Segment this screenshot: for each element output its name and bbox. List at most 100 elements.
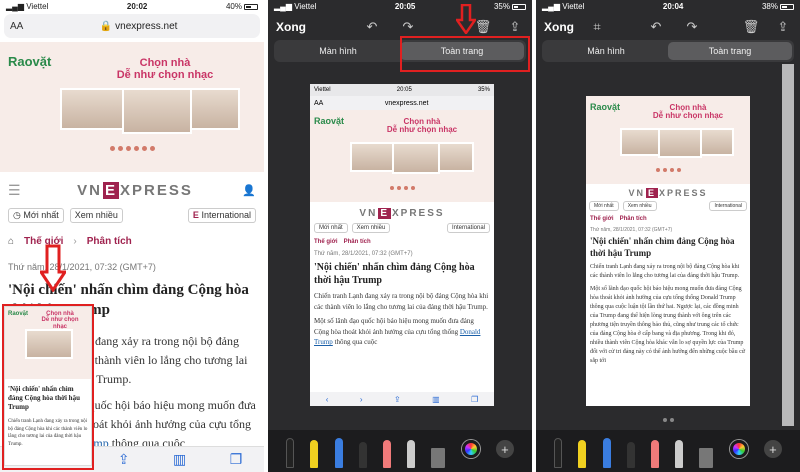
tab-screen[interactable]: Màn hình xyxy=(276,42,400,60)
battery-icon xyxy=(243,3,258,10)
clock-icon: ◷ xyxy=(13,210,21,220)
highlighter-tool[interactable] xyxy=(310,440,319,468)
latest-news-button[interactable]: Mới nhất xyxy=(589,201,619,211)
advertisement-banner[interactable]: Raovặt Chọn nhà Dễ như chọn nhạc xyxy=(0,42,264,172)
tab-screen[interactable]: Màn hình xyxy=(544,42,668,60)
most-viewed-button[interactable]: Xem nhiều xyxy=(351,223,391,233)
page-preview[interactable]: Viettel 20:05 35% AA vnexpress.net Raovặt C… xyxy=(310,84,494,406)
home-icon[interactable]: ⌂ xyxy=(8,236,14,247)
redo-icon[interactable]: ↷ xyxy=(683,18,701,36)
user-icon[interactable]: 👤 xyxy=(242,184,256,197)
pencil-tool[interactable] xyxy=(602,438,611,468)
ad-room-image xyxy=(700,128,734,156)
eraser-tool[interactable] xyxy=(382,440,391,468)
highlight-box xyxy=(2,304,94,470)
redo-icon[interactable]: ↷ xyxy=(399,18,417,36)
carrier-label: Viettel xyxy=(26,2,49,11)
highlight-box xyxy=(400,36,530,72)
advertisement-banner[interactable]: Raovặt Chọn nhà Dễ như chọn nhạc xyxy=(310,110,494,202)
safari-screenshot-panel: ▂▄▆ Viettel 20:02 40% AA 🔒 vnexpress.net… xyxy=(0,0,264,472)
ad-room-image xyxy=(392,142,440,174)
down-arrow-icon xyxy=(40,244,66,292)
ad-room-image xyxy=(658,128,702,158)
pen-tool[interactable] xyxy=(554,438,563,468)
ad-room-image xyxy=(122,88,192,134)
tabs-icon[interactable]: ❐ xyxy=(230,451,243,468)
ad-room-image xyxy=(60,88,124,130)
share-icon[interactable]: ⇪ xyxy=(394,395,401,404)
bookmarks-icon[interactable]: ▥ xyxy=(173,451,186,468)
status-bar: ▂▄▆ Viettel 20:02 40% xyxy=(0,0,264,13)
ad-room-image xyxy=(190,88,240,130)
down-arrow-icon xyxy=(456,4,476,34)
clock: 20:02 xyxy=(126,2,148,11)
international-button[interactable]: E International xyxy=(187,208,256,223)
share-icon[interactable]: ⇪ xyxy=(118,451,130,468)
color-picker-icon[interactable] xyxy=(461,440,480,458)
international-button[interactable]: International xyxy=(709,201,747,211)
highlighter-tool[interactable] xyxy=(578,440,587,468)
breadcrumb-subcategory[interactable]: Phân tích xyxy=(87,236,132,247)
color-picker-icon[interactable] xyxy=(729,440,748,458)
ad-room-image xyxy=(438,142,474,172)
tab-full-page[interactable]: Toàn trang xyxy=(668,42,792,60)
status-bar: ▂▄▆ Viettel 20:05 35% xyxy=(268,0,532,13)
signal-icon: ▂▄▆ xyxy=(6,2,24,11)
article-paragraph-2: Một số lãnh đạo quốc hội báo hiệu mong m… xyxy=(590,286,745,365)
share-icon[interactable]: ⇪ xyxy=(774,18,792,36)
marker-tool[interactable] xyxy=(626,442,635,468)
international-button[interactable]: International xyxy=(446,223,490,233)
full-page-preview[interactable]: Raovặt Chọn nhà Dễ như chọn nhạc VN E XPRES… xyxy=(586,96,750,406)
capture-mode-selector: Màn hình Toàn trang xyxy=(542,40,794,62)
back-button[interactable]: ‹ xyxy=(326,395,329,404)
raovat-logo: Raovặt xyxy=(8,54,52,69)
lasso-tool[interactable] xyxy=(675,440,684,468)
url-text[interactable]: 🔒 vnexpress.net xyxy=(23,21,254,32)
menu-icon[interactable]: ☰ xyxy=(8,182,21,199)
forward-button[interactable]: › xyxy=(360,395,363,404)
lasso-tool[interactable] xyxy=(407,440,416,468)
ad-room-image xyxy=(620,128,660,156)
ad-headline-2: Dễ như chọn nhạc xyxy=(116,68,214,81)
done-button[interactable]: Xong xyxy=(544,20,574,34)
ruler-tool[interactable] xyxy=(431,448,446,468)
latest-news-button[interactable]: ◷ Mới nhất xyxy=(8,208,64,223)
trash-icon[interactable]: 🗑 xyxy=(474,18,492,36)
ad-headline-1: Chọn nhà xyxy=(139,57,191,69)
battery-percent: 40% xyxy=(225,2,242,11)
advertisement-banner[interactable]: Raovặt Chọn nhà Dễ như chọn nhạc xyxy=(586,96,750,184)
share-icon[interactable]: ⇪ xyxy=(506,18,524,36)
address-bar[interactable]: AA 🔒 vnexpress.net xyxy=(4,14,260,38)
signal-icon: ▂▄▆ xyxy=(542,2,560,11)
reader-options-button[interactable]: AA xyxy=(10,21,23,32)
markup-editor-panel-full: ▂▄▆ Viettel 20:04 38% Xong ⌗ ↶ ↷ 🗑 ⇪ Màn… xyxy=(536,0,800,472)
undo-icon[interactable]: ↶ xyxy=(647,18,665,36)
trash-icon[interactable]: 🗑 xyxy=(742,18,760,36)
page-indicator xyxy=(536,418,800,422)
bookmarks-icon[interactable]: ▥ xyxy=(432,395,440,404)
article-date: Thứ năm, 28/1/2021, 07:32 (GMT+7) xyxy=(8,262,156,272)
undo-icon[interactable]: ↶ xyxy=(363,18,381,36)
markup-editor-panel: ▂▄▆ Viettel 20:05 35% Xong ↶ ↷ 🗑 ⇪ Màn h… xyxy=(268,0,532,472)
editor-toolbar: Xong ⌗ ↶ ↷ 🗑 ⇪ xyxy=(536,14,800,40)
pen-tool[interactable] xyxy=(286,438,295,468)
pencil-tool[interactable] xyxy=(334,438,343,468)
done-button[interactable]: Xong xyxy=(276,20,306,34)
markup-tools: + xyxy=(268,430,532,472)
page-scroll-strip[interactable] xyxy=(782,64,794,426)
status-bar: ▂▄▆ Viettel 20:04 38% xyxy=(536,0,800,13)
add-tool-button[interactable]: + xyxy=(763,440,782,458)
marker-tool[interactable] xyxy=(358,442,367,468)
most-viewed-button[interactable]: Xem nhiều xyxy=(622,201,657,211)
battery-icon xyxy=(511,3,526,10)
ruler-tool[interactable] xyxy=(699,448,714,468)
crop-icon[interactable]: ⌗ xyxy=(588,18,606,36)
eraser-tool[interactable] xyxy=(650,440,659,468)
latest-news-button[interactable]: Mới nhất xyxy=(314,223,348,233)
battery-icon xyxy=(779,3,794,10)
add-tool-button[interactable]: + xyxy=(495,440,514,458)
tabs-icon[interactable]: ❐ xyxy=(471,395,478,404)
vnexpress-logo[interactable]: VN E XPRESS xyxy=(60,182,210,199)
markup-tools: + xyxy=(536,430,800,472)
most-viewed-button[interactable]: Xem nhiều xyxy=(69,208,123,223)
